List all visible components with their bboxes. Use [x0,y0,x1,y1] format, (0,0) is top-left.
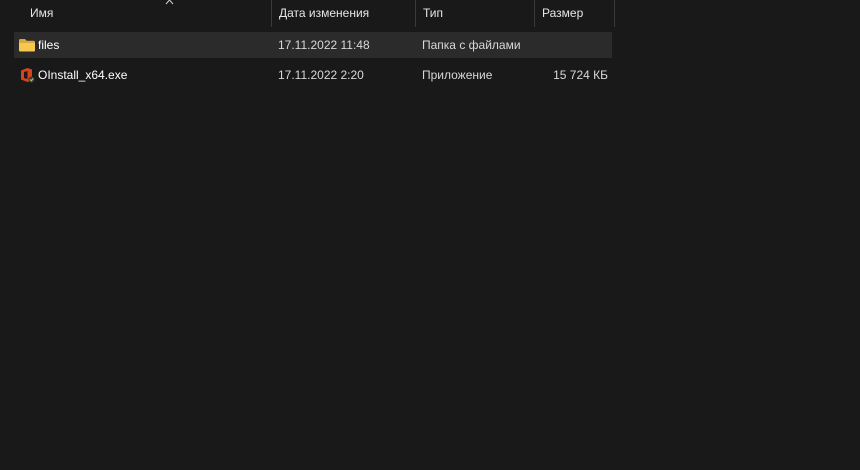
column-header-size-label: Размер [542,6,584,20]
folder-icon [19,39,35,52]
sort-ascending-icon [165,0,174,5]
column-header-name[interactable]: Имя [23,0,271,27]
file-name: files [38,38,60,52]
file-date: 17.11.2022 11:48 [278,38,370,52]
column-header-type-label: Тип [423,6,444,20]
file-row-oinstall[interactable]: OInstall_x64.exe 17.11.2022 2:20 Приложе… [14,62,612,88]
file-type: Приложение [422,68,493,82]
file-size: 15 724 КБ [553,68,608,82]
file-date: 17.11.2022 2:20 [278,68,364,82]
file-name: OInstall_x64.exe [38,68,128,82]
column-header-type[interactable]: Тип [415,0,534,27]
file-row-files[interactable]: files 17.11.2022 11:48 Папка с файлами [14,32,612,58]
column-header-name-label: Имя [30,6,54,20]
office-app-icon [21,68,35,83]
column-header-date-label: Дата изменения [279,6,370,20]
column-header-bar: Имя Дата изменения Тип Размер [0,0,860,27]
file-list-pane: Имя Дата изменения Тип Размер files 17.1… [0,0,860,470]
column-header-size[interactable]: Размер [534,0,615,27]
file-type: Папка с файлами [422,38,521,52]
column-header-date[interactable]: Дата изменения [271,0,415,27]
